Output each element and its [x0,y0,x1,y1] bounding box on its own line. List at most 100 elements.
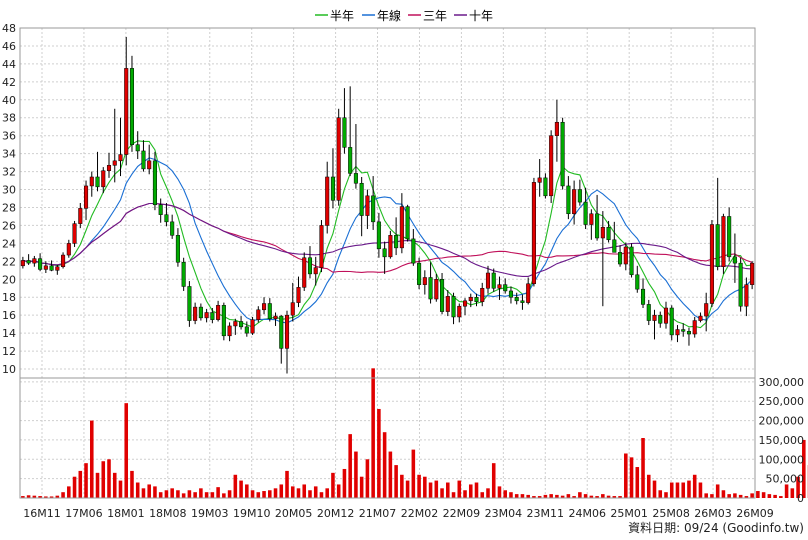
price-tick-label: 10 [2,363,16,376]
candle-body [330,176,335,201]
volume-tick-label: 200,000 [759,415,805,428]
price-tick-label: 48 [2,22,16,35]
volume-bar [784,484,789,498]
x-tick-label: 21M07 [359,507,397,520]
candle-body [302,257,307,288]
candle-body [204,312,209,319]
candle-body [210,312,215,320]
candle-body [216,305,221,320]
volume-bar [371,368,375,498]
candle-body [95,176,100,188]
volume-bar [245,484,249,498]
volume-bar [72,476,77,498]
x-tick-label: 19M03 [191,507,229,520]
candle-body [732,256,737,264]
candle-body [508,290,513,298]
volume-bar [256,492,261,498]
volume-bar [101,461,106,498]
x-tick-label: 20M05 [275,507,313,520]
candle-body [480,288,485,302]
volume-bar [170,488,174,498]
x-tick-label: 19M10 [233,507,271,520]
candle-body [606,226,611,241]
candle-body [388,235,393,258]
x-tick-label: 16M11 [23,507,61,520]
candle-body [250,319,255,334]
candle-body [26,260,31,264]
candle-body [284,314,290,349]
volume-bar [153,486,157,498]
volume-bar [141,488,146,498]
candle-body [141,150,146,170]
candle-body [193,306,198,321]
candle-body [124,68,129,155]
candle-body [497,284,502,289]
ten-year-line [22,202,753,277]
volume-bar [468,484,473,498]
volume-bar [89,420,94,498]
volume-bar [692,474,697,498]
volume-tick-label: 100,000 [759,453,805,466]
volume-bar [802,439,806,498]
volume-bar [457,480,462,498]
volume-bar [428,482,433,498]
candle-body [187,286,192,321]
candle-body [325,176,330,226]
volume-bar [491,463,496,498]
candle-body [560,121,565,187]
candle-body [411,238,416,264]
x-tick-label: 26M03 [694,507,732,520]
price-tick-label: 28 [2,201,16,214]
candle-body [267,303,272,320]
candle-body [663,307,669,324]
volume-bar [388,451,393,498]
volume-bar [193,492,197,498]
price-tick-label: 32 [2,166,16,179]
candle-body [262,303,267,311]
candle-body [491,272,496,289]
volume-bar [78,470,83,498]
volume-bar [181,493,186,498]
candle-body [55,266,60,271]
candle-body [405,206,410,240]
volume-bar [514,494,519,498]
volume-bar [222,493,226,498]
volume-tick-label: 50,000 [766,473,805,486]
volume-bar [147,484,151,498]
volume-bar [279,484,284,498]
volume-bar [486,488,490,498]
candle-body [152,160,157,206]
volume-bar [135,482,140,498]
price-tick-label: 44 [2,58,16,71]
candle-body [359,183,364,216]
volume-bar [262,491,266,498]
candle-body [61,254,66,267]
candle-body [417,262,422,285]
candlesticks [20,36,755,374]
volume-bar [509,492,513,498]
candle-body [675,329,680,336]
volume-bar [715,484,720,498]
candle-body [652,314,657,321]
candle-body [704,303,709,317]
volume-bar [681,482,686,498]
candle-body [692,320,697,335]
candle-body [38,258,43,270]
candle-body [198,306,203,319]
candle-body [239,321,244,328]
candle-body [129,68,135,145]
candle-body [577,189,582,203]
x-tick-label: 20M12 [317,507,355,520]
volume-bar [302,484,307,498]
candle-body [244,326,249,334]
candle-body [319,225,324,268]
candle-body [84,185,89,209]
volume-bar [118,480,123,498]
price-tick-label: 42 [2,76,16,89]
volume-bar [84,463,88,498]
volume-bar [497,486,502,498]
volume-bar [652,480,657,498]
volume-bar [61,492,65,498]
volume-bar [658,490,663,498]
candle-body [640,288,646,305]
